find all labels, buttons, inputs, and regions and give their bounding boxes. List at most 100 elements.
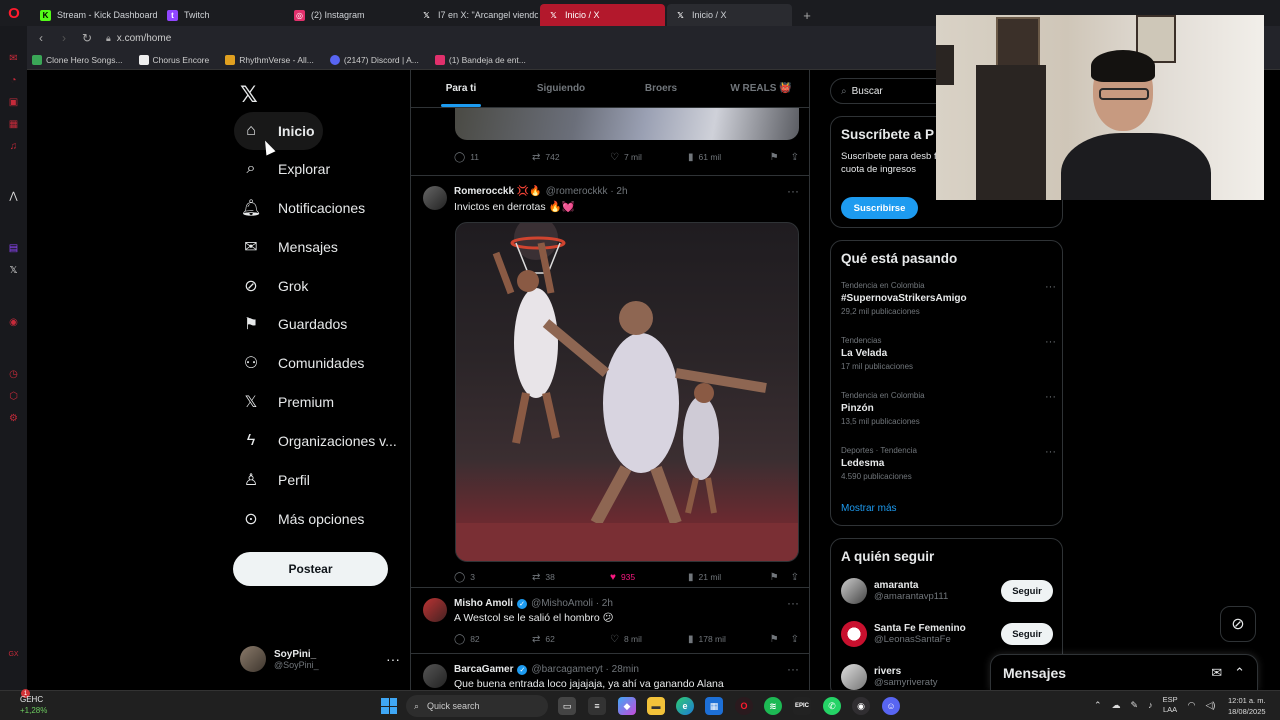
avatar[interactable]	[423, 186, 447, 210]
show-more-link[interactable]: Mostrar más	[841, 503, 897, 514]
nav-item-organizaciones[interactable]: ϟ Organizaciones v...	[234, 422, 405, 460]
spotify-icon[interactable]: ≋	[764, 697, 782, 715]
more-icon[interactable]: ···	[1045, 446, 1056, 458]
follow-suggestion[interactable]: amaranta @amarantavp111 Seguir	[841, 577, 1053, 605]
bookmark[interactable]: RhythmVerse - All...	[225, 54, 314, 65]
gx-icon[interactable]: GX	[7, 648, 20, 661]
nav-item-premium[interactable]: 𝕏 Premium	[234, 383, 342, 421]
aria-icon[interactable]: ⋀	[7, 190, 20, 203]
follow-button[interactable]: Seguir	[1001, 623, 1053, 645]
store-icon[interactable]: ▦	[705, 697, 723, 715]
post-button[interactable]: Postear	[233, 552, 388, 586]
tweet-handle[interactable]: @barcagameryt · 28min	[531, 664, 638, 675]
whatsapp-icon[interactable]: ✆	[823, 697, 841, 715]
obs-icon[interactable]: ◉	[852, 697, 870, 715]
tab-siguiendo[interactable]: Siguiendo	[511, 70, 611, 107]
file-explorer-icon[interactable]: ▬	[647, 697, 665, 715]
more-icon[interactable]: ···	[386, 651, 400, 667]
tweet-author[interactable]: BarcaGamer	[454, 664, 513, 675]
more-icon[interactable]: ···	[787, 184, 799, 198]
tweet[interactable]: Misho Amoli ✓ @MishoAmoli · 2h ··· A Wes…	[411, 588, 809, 654]
new-message-icon[interactable]: ✉	[1211, 665, 1222, 681]
reply-button[interactable]: ◯ 3	[454, 572, 532, 583]
taskbar-search[interactable]: ⌕ Quick search	[406, 695, 548, 717]
tweet-image[interactable]	[455, 108, 799, 140]
epic-games-icon[interactable]: EPIC	[793, 697, 811, 715]
wallet-icon[interactable]: ▣	[7, 96, 20, 109]
back-icon[interactable]: ‹	[32, 29, 50, 47]
like-button[interactable]: ♡ 7 mil	[610, 152, 688, 163]
browser-tab[interactable]: 𝕏 I7 en X: "Arcangel viendo	[413, 4, 538, 26]
share-icon[interactable]: ⇪	[791, 634, 799, 645]
nav-item-notificaciones[interactable]: 🔔︎ Notificaciones	[234, 189, 373, 227]
more-icon[interactable]: ···	[1045, 391, 1056, 403]
opera-gx-icon[interactable]: O	[735, 697, 753, 715]
views-button[interactable]: ▮ 61 mil	[688, 152, 766, 163]
task-view-icon[interactable]: ▭	[558, 697, 576, 715]
tweet-author[interactable]: Misho Amoli	[454, 598, 513, 609]
tab-broers[interactable]: Broers	[611, 70, 711, 107]
windows-start-icon[interactable]	[381, 698, 397, 714]
reply-button[interactable]: ◯ 82	[454, 634, 532, 645]
like-button[interactable]: ♥ 935	[610, 572, 688, 583]
trend-item[interactable]: Tendencia en Colombia #SupernovaStrikers…	[841, 281, 1056, 316]
messenger-icon[interactable]: ✉	[7, 52, 20, 65]
browser-tab[interactable]: 𝕏 Inicio / X	[667, 4, 792, 26]
browser-tab-active[interactable]: 𝕏 Inicio / X	[540, 4, 665, 26]
stock-widget[interactable]: GEHC +1,28%	[20, 694, 47, 716]
avatar[interactable]	[423, 664, 447, 688]
retweet-button[interactable]: ⇄ 38	[532, 572, 610, 583]
tab-w-reals[interactable]: W REALS 👹	[711, 70, 809, 107]
nav-item-explorar[interactable]: ⌕ Explorar	[234, 150, 338, 188]
subscribe-button[interactable]: Suscribirse	[841, 197, 918, 219]
gamepad-icon[interactable]: ▦	[7, 118, 20, 131]
messages-drawer[interactable]: Mensajes ✉ ⌃	[990, 654, 1258, 690]
nav-item-grok[interactable]: ⊘ Grok	[234, 267, 316, 305]
browser-tab[interactable]: t Twitch	[159, 4, 284, 26]
bookmark[interactable]: Chorus Encore	[138, 54, 209, 65]
trend-item[interactable]: Deportes · Tendencia Ledesma 4.590 publi…	[841, 446, 1056, 481]
speaker-icon[interactable]: ◁)	[1205, 700, 1215, 711]
copilot-icon[interactable]: ◆	[618, 697, 636, 715]
app-icon[interactable]: ≡	[588, 697, 606, 715]
clock-icon[interactable]: ◷	[7, 368, 20, 381]
nav-item-inicio[interactable]: ⌂ Inicio	[234, 112, 323, 150]
more-icon[interactable]: ···	[787, 662, 799, 676]
nav-item-guardados[interactable]: ⚑ Guardados	[234, 305, 355, 343]
tweet-image[interactable]	[455, 222, 799, 562]
tweet[interactable]: BarcaGamer ✓ @barcagameryt · 28min ··· Q…	[411, 654, 809, 690]
share-icon[interactable]: ⇪	[791, 152, 799, 163]
x-icon[interactable]: 𝕏	[7, 264, 20, 277]
bookmark[interactable]: Clone Hero Songs...	[32, 54, 123, 65]
microphone-icon[interactable]: ♪	[1148, 700, 1153, 710]
history-icon[interactable]: ◔	[7, 74, 20, 87]
new-tab-button[interactable]: +	[798, 6, 816, 24]
wifi-icon[interactable]: ◠	[1188, 700, 1196, 711]
edge-icon[interactable]: e	[676, 697, 694, 715]
nav-item-perfil[interactable]: ♙ Perfil	[234, 461, 318, 499]
tweet[interactable]: Romerocckk 💢🔥 @romerockkk · 2h ··· Invic…	[411, 176, 809, 588]
share-icon[interactable]: ⇪	[791, 572, 799, 583]
player-icon[interactable]: ◉	[7, 316, 20, 329]
like-button[interactable]: ♡ 8 mil	[610, 634, 688, 645]
settings-icon[interactable]: ⚙	[7, 412, 20, 425]
reply-button[interactable]: ◯ 11	[454, 152, 532, 163]
bookmark[interactable]: (2147) Discord | A...	[329, 54, 419, 65]
language-indicator[interactable]: ESP LAA	[1163, 695, 1178, 715]
follow-suggestion[interactable]: Santa Fe Femenino @LeonasSantaFe Seguir	[841, 620, 1053, 648]
browser-tab[interactable]: ◎ (2) Instagram	[286, 4, 411, 26]
follow-button[interactable]: Seguir	[1001, 580, 1053, 602]
cloud-icon[interactable]: ☁	[1112, 700, 1121, 711]
opera-logo-icon[interactable]: O	[0, 0, 28, 26]
nav-item-mas-opciones[interactable]: ⊙ Más opciones	[234, 500, 372, 538]
grok-floating-button[interactable]: ⊘	[1220, 606, 1256, 642]
browser-tab[interactable]: K Stream - Kick Dashboard	[32, 4, 157, 26]
tweet[interactable]: ◯ 11 ⇄ 742 ♡ 7 mil ▮ 61 mil ⚑ ⇪	[411, 108, 809, 176]
extensions-icon[interactable]: ⬡	[7, 390, 20, 403]
tweet-author[interactable]: Romerocckk 💢🔥	[454, 186, 542, 197]
more-icon[interactable]: ···	[787, 596, 799, 610]
chevron-up-icon[interactable]: ⌃	[1094, 700, 1102, 711]
forward-icon[interactable]: ›	[55, 29, 73, 47]
more-icon[interactable]: ···	[1045, 336, 1056, 348]
views-button[interactable]: ▮ 21 mil	[688, 572, 766, 583]
